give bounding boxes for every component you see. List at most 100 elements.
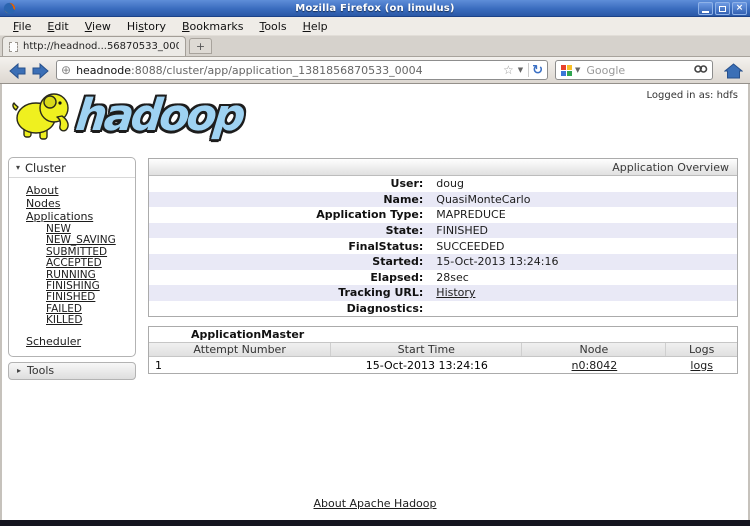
menu-help[interactable]: Help <box>295 18 336 35</box>
panel-title: Application Overview <box>149 159 737 176</box>
divider <box>528 63 529 77</box>
column-header-attempt-number: Attempt Number <box>149 343 331 356</box>
overview-row-finalstatus: FinalStatus: SUCCEEDED <box>149 238 737 254</box>
hadoop-logo-text: hadoop <box>74 94 245 138</box>
overview-row-tracking-url: Tracking URL: History <box>149 285 737 301</box>
row-value: FINISHED <box>428 224 488 237</box>
row-value: 28sec <box>428 271 469 284</box>
sidebar-item-accepted[interactable]: ACCEPTED <box>46 258 135 269</box>
close-button[interactable]: × <box>732 2 747 15</box>
window-title: Mozilla Firefox (on limulus) <box>0 3 750 14</box>
page-content: hadoop Logged in as: hdfs ▾ Cluster Abou… <box>2 84 748 520</box>
navigation-toolbar: ⊕ headnode:8088/cluster/app/application_… <box>0 57 750 84</box>
sidebar-item-nodes[interactable]: Nodes <box>26 197 135 210</box>
url-bar[interactable]: ⊕ headnode:8088/cluster/app/application_… <box>56 60 548 80</box>
menu-bookmarks[interactable]: Bookmarks <box>174 18 251 35</box>
row-label: Elapsed: <box>149 271 428 284</box>
sidebar-item-about[interactable]: About <box>26 184 135 197</box>
history-link[interactable]: History <box>436 286 475 299</box>
page-footer: About Apache Hadoop <box>2 497 748 510</box>
forward-button[interactable] <box>31 61 51 80</box>
hadoop-elephant-icon <box>10 88 74 144</box>
tools-section-header[interactable]: ▸ Tools <box>8 362 136 380</box>
overview-row-diagnostics: Diagnostics: <box>149 301 737 317</box>
tab-title: http://headnod...56870533_0004 <box>23 41 179 52</box>
overview-row-application-type: Application Type: MAPREDUCE <box>149 207 737 223</box>
google-logo-icon[interactable] <box>560 64 573 77</box>
forward-arrow-icon <box>32 63 50 79</box>
node-link[interactable]: n0:8042 <box>572 359 618 372</box>
sidebar: ▾ Cluster About Nodes Applications NEW N… <box>8 157 136 380</box>
master-table-header-row: Attempt Number Start Time Node Logs <box>149 342 737 357</box>
row-value: SUCCEEDED <box>428 240 504 253</box>
menu-tools[interactable]: Tools <box>251 18 294 35</box>
row-label: Name: <box>149 193 428 206</box>
tab-bar: http://headnod...56870533_0004 + <box>0 36 750 57</box>
row-label: State: <box>149 224 428 237</box>
row-label: Started: <box>149 255 428 268</box>
search-go-icon[interactable] <box>694 64 708 76</box>
menu-bar: File Edit View History Bookmarks Tools H… <box>0 17 750 36</box>
minimize-button[interactable] <box>698 2 713 15</box>
site-identity-icon[interactable]: ⊕ <box>61 64 71 76</box>
row-value: 15-Oct-2013 13:24:16 <box>428 255 558 268</box>
bookmark-star-icon[interactable]: ☆ <box>503 63 514 77</box>
sidebar-item-killed[interactable]: KILLED <box>46 315 135 326</box>
browser-window: Mozilla Firefox (on limulus) × File Edit… <box>0 0 750 526</box>
cluster-section-label: Cluster <box>25 161 66 175</box>
overview-row-started: Started: 15-Oct-2013 13:24:16 <box>149 254 737 270</box>
column-header-start-time: Start Time <box>331 343 522 356</box>
table-row: 1 15-Oct-2013 13:24:16 n0:8042 logs <box>149 357 737 373</box>
chevron-right-icon: ▸ <box>17 366 21 375</box>
row-label: Application Type: <box>149 208 428 221</box>
logs-link[interactable]: logs <box>690 359 713 372</box>
menu-history[interactable]: History <box>119 18 174 35</box>
overview-row-elapsed: Elapsed: 28sec <box>149 270 737 286</box>
active-tab[interactable]: http://headnod...56870533_0004 <box>2 36 186 56</box>
plus-icon: + <box>196 40 205 53</box>
application-master-panel: ApplicationMaster Attempt Number Start T… <box>148 326 738 374</box>
menu-view[interactable]: View <box>77 18 119 35</box>
minimize-icon <box>702 11 709 13</box>
row-label: User: <box>149 177 428 190</box>
search-engine-dropdown-icon[interactable]: ▼ <box>575 66 580 74</box>
row-label: Diagnostics: <box>149 302 428 315</box>
row-label: FinalStatus: <box>149 240 428 253</box>
page-icon <box>9 42 18 52</box>
home-icon <box>724 63 743 79</box>
chevron-down-icon: ▾ <box>16 163 20 172</box>
overview-row-state: State: FINISHED <box>149 223 737 239</box>
close-icon: × <box>736 4 744 13</box>
reload-icon[interactable]: ↻ <box>532 64 543 77</box>
home-button[interactable] <box>722 61 744 80</box>
sidebar-item-applications[interactable]: Applications <box>26 210 135 223</box>
start-time-cell: 15-Oct-2013 13:24:16 <box>331 359 522 372</box>
maximize-button[interactable] <box>715 2 730 15</box>
row-value: MAPREDUCE <box>428 208 505 221</box>
overview-row-user: User: doug <box>149 176 737 192</box>
menu-file[interactable]: File <box>5 18 39 35</box>
column-header-node: Node <box>522 343 666 356</box>
overview-row-name: Name: QuasiMonteCarlo <box>149 192 737 208</box>
maximize-icon <box>719 6 726 12</box>
cluster-section-header[interactable]: ▾ Cluster <box>9 158 135 178</box>
sidebar-item-scheduler[interactable]: Scheduler <box>26 335 135 348</box>
master-table-title: ApplicationMaster <box>149 327 737 342</box>
main-content: Application Overview User: doug Name: Qu… <box>148 158 738 374</box>
window-titlebar: Mozilla Firefox (on limulus) × <box>0 0 750 17</box>
row-value: QuasiMonteCarlo <box>428 193 530 206</box>
window-bottom-frame <box>0 520 750 526</box>
tools-section-label: Tools <box>27 364 54 377</box>
attempt-number-cell: 1 <box>149 359 331 372</box>
url-dropdown-icon[interactable]: ▼ <box>518 66 523 74</box>
menu-edit[interactable]: Edit <box>39 18 76 35</box>
search-input[interactable]: Google <box>586 64 694 77</box>
logged-in-status: Logged in as: hdfs <box>647 90 738 101</box>
new-tab-button[interactable]: + <box>189 38 212 54</box>
url-input[interactable]: headnode:8088/cluster/app/application_13… <box>76 64 501 77</box>
row-value: doug <box>428 177 464 190</box>
back-button[interactable] <box>7 61 27 80</box>
search-bar[interactable]: ▼ Google <box>555 60 713 80</box>
cluster-nav-box: ▾ Cluster About Nodes Applications NEW N… <box>8 157 136 357</box>
about-apache-hadoop-link[interactable]: About Apache Hadoop <box>314 497 437 510</box>
